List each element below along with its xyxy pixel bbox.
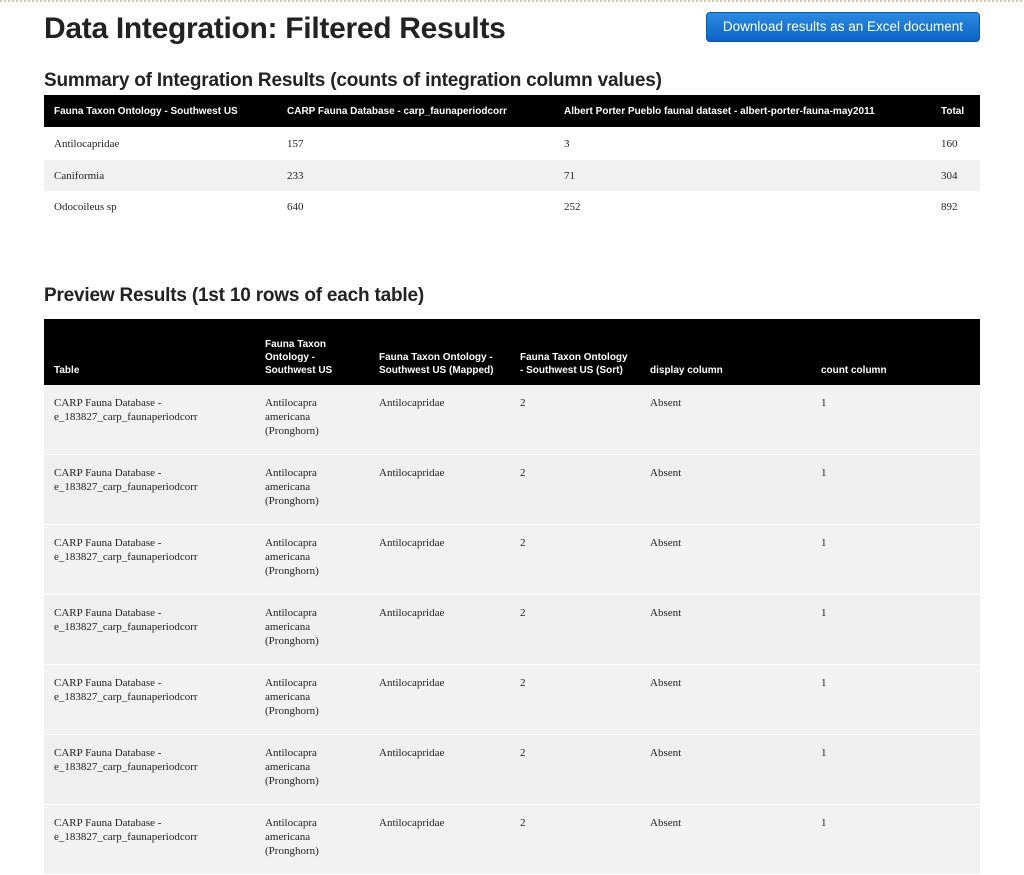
table-cell: CARP Fauna Database - e_183827_carp_faun… xyxy=(44,454,255,525)
table-row: CARP Fauna Database - e_183827_carp_faun… xyxy=(44,594,980,665)
table-cell: 2 xyxy=(510,734,640,805)
table-cell: 252 xyxy=(554,191,931,222)
table-cell: 892 xyxy=(931,191,980,222)
table-cell: 2 xyxy=(510,454,640,525)
table-cell: Antilocapridae xyxy=(369,454,510,525)
summary-section-title: Summary of Integration Results (counts o… xyxy=(44,70,662,91)
table-cell: CARP Fauna Database - e_183827_carp_faun… xyxy=(44,804,255,875)
table-cell: Antilocapra americana (Pronghorn) xyxy=(255,385,369,455)
table-cell: Absent xyxy=(640,664,811,735)
table-cell: 2 xyxy=(510,524,640,595)
page-content: Data Integration: Filtered Results Downl… xyxy=(44,10,980,875)
table-cell: 2 xyxy=(510,385,640,455)
table-cell: CARP Fauna Database - e_183827_carp_faun… xyxy=(44,524,255,595)
preview-table-body: CARP Fauna Database - e_183827_carp_faun… xyxy=(44,385,980,875)
table-cell: 1 xyxy=(811,385,980,455)
table-cell: 2 xyxy=(510,664,640,735)
table-cell: CARP Fauna Database - e_183827_carp_faun… xyxy=(44,664,255,735)
table-cell: Antilocapridae xyxy=(369,734,510,805)
table-cell: Antilocapra americana (Pronghorn) xyxy=(255,804,369,875)
summary-column-header: Albert Porter Pueblo faunal dataset - al… xyxy=(554,95,931,127)
table-cell: Antilocapra americana (Pronghorn) xyxy=(255,594,369,665)
preview-column-header: count column xyxy=(811,319,980,385)
table-cell: Antilocapra americana (Pronghorn) xyxy=(255,664,369,735)
table-cell: 233 xyxy=(277,160,554,191)
table-cell: Caniformia xyxy=(44,160,277,191)
preview-column-header: display column xyxy=(640,319,811,385)
summary-table: Fauna Taxon Ontology - Southwest US CARP … xyxy=(44,95,980,222)
table-cell: CARP Fauna Database - e_183827_carp_faun… xyxy=(44,385,255,455)
table-row: Odocoileus sp 640 252 892 xyxy=(44,191,980,222)
preview-column-header: Fauna Taxon Ontology - Southwest US xyxy=(255,319,369,385)
table-row: Caniformia 233 71 304 xyxy=(44,160,980,191)
table-cell: Antilocapridae xyxy=(369,804,510,875)
preview-section-title: Preview Results (1st 10 rows of each tab… xyxy=(44,285,424,306)
preview-table: Table Fauna Taxon Ontology - Southwest US… xyxy=(44,319,980,875)
table-cell: Absent xyxy=(640,385,811,455)
table-cell: Antilocapra americana (Pronghorn) xyxy=(255,454,369,525)
table-cell: 157 xyxy=(277,127,554,160)
table-cell: Antilocapra americana (Pronghorn) xyxy=(255,524,369,595)
summary-column-header: CARP Fauna Database - carp_faunaperiodco… xyxy=(277,95,554,127)
table-cell: 304 xyxy=(931,160,980,191)
table-cell: 2 xyxy=(510,804,640,875)
table-cell: 1 xyxy=(811,734,980,805)
table-cell: Absent xyxy=(640,804,811,875)
preview-header-row: Table Fauna Taxon Ontology - Southwest US… xyxy=(44,319,980,385)
table-cell: Odocoileus sp xyxy=(44,191,277,222)
table-row: CARP Fauna Database - e_183827_carp_faun… xyxy=(44,804,980,875)
download-excel-button[interactable]: Download results as an Excel document xyxy=(706,12,980,42)
summary-table-body: Antilocapridae 157 3 160 Caniformia 233 71 304 O… xyxy=(44,127,980,222)
table-row: CARP Fauna Database - e_183827_carp_faun… xyxy=(44,454,980,525)
top-border-decoration xyxy=(0,0,1024,2)
table-cell: Antilocapridae xyxy=(369,524,510,595)
table-row: CARP Fauna Database - e_183827_carp_faun… xyxy=(44,524,980,595)
table-cell: Antilocapra americana (Pronghorn) xyxy=(255,734,369,805)
table-cell: 640 xyxy=(277,191,554,222)
table-cell: 2 xyxy=(510,594,640,665)
preview-column-header: Fauna Taxon Ontology - Southwest US (Map… xyxy=(369,319,510,385)
preview-column-header: Table xyxy=(44,319,255,385)
table-row: CARP Fauna Database - e_183827_carp_faun… xyxy=(44,664,980,735)
table-cell: 1 xyxy=(811,524,980,595)
table-cell: Absent xyxy=(640,594,811,665)
summary-column-header: Fauna Taxon Ontology - Southwest US xyxy=(44,95,277,127)
table-cell: Absent xyxy=(640,734,811,805)
table-row: CARP Fauna Database - e_183827_carp_faun… xyxy=(44,734,980,805)
table-cell: CARP Fauna Database - e_183827_carp_faun… xyxy=(44,734,255,805)
table-cell: Absent xyxy=(640,524,811,595)
summary-column-header: Total xyxy=(931,95,980,127)
table-cell: Antilocapridae xyxy=(44,127,277,160)
summary-header-row: Fauna Taxon Ontology - Southwest US CARP … xyxy=(44,95,980,127)
table-cell: 3 xyxy=(554,127,931,160)
table-cell: Antilocapridae xyxy=(369,594,510,665)
table-cell: 1 xyxy=(811,664,980,735)
table-cell: 1 xyxy=(811,454,980,525)
table-cell: 1 xyxy=(811,804,980,875)
table-cell: Antilocapridae xyxy=(369,664,510,735)
table-row: Antilocapridae 157 3 160 xyxy=(44,127,980,160)
preview-column-header: Fauna Taxon Ontology - Southwest US (Sor… xyxy=(510,319,640,385)
table-cell: 1 xyxy=(811,594,980,665)
table-cell: Antilocapridae xyxy=(369,385,510,455)
table-row: CARP Fauna Database - e_183827_carp_faun… xyxy=(44,385,980,455)
table-cell: 71 xyxy=(554,160,931,191)
table-cell: Absent xyxy=(640,454,811,525)
table-cell: CARP Fauna Database - e_183827_carp_faun… xyxy=(44,594,255,665)
table-cell: 160 xyxy=(931,127,980,160)
